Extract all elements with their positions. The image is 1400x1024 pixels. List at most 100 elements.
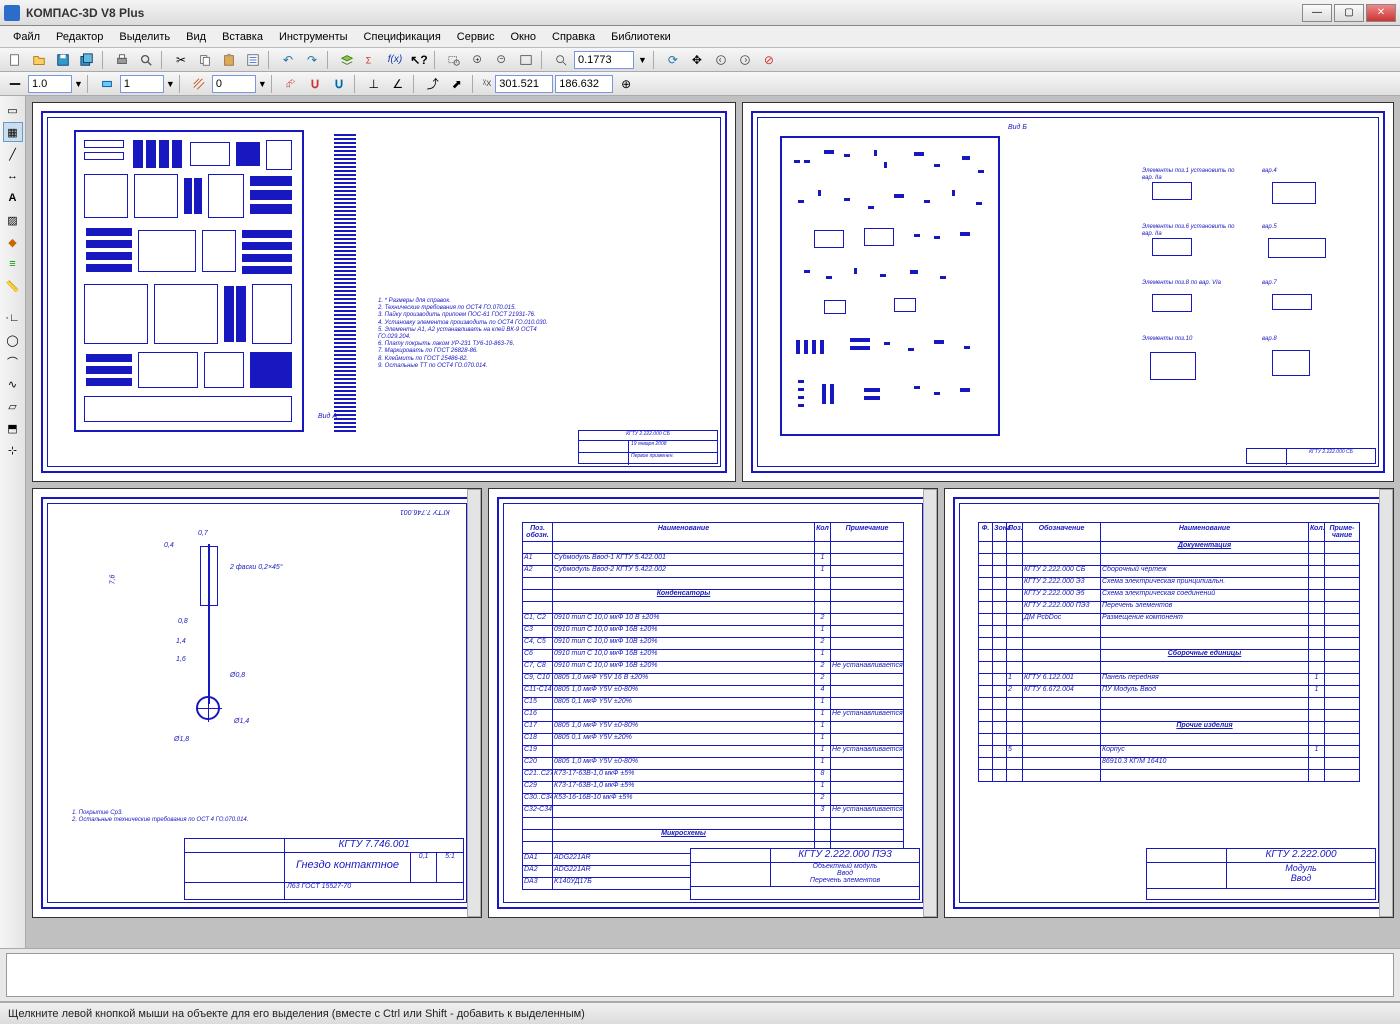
zoom-prev-button[interactable]: [710, 50, 732, 70]
open-button[interactable]: [28, 50, 50, 70]
tool-hatch[interactable]: ▨: [3, 210, 23, 230]
menu-libraries[interactable]: Библиотеки: [604, 29, 678, 45]
toolbox-left: ▭ ▦ ╱ ↔ A ▨ ◆ ≡ 📏 ·∟ ◯ ⌒ ∿ ▱ ⬒ ⊹: [0, 96, 26, 948]
titlebar: КОМПАС-3D V8 Plus — ▢ ✕: [0, 0, 1400, 26]
sheet3-vscroll[interactable]: [467, 489, 481, 917]
angle-icon[interactable]: ∠: [387, 74, 409, 94]
sheet-assembly-front[interactable]: Вид А 1. * Размеры для справок.2. Технич…: [32, 102, 736, 482]
sheet2-view-label: Вид Б: [1008, 124, 1027, 131]
layer-icon[interactable]: [96, 74, 118, 94]
command-panel: [0, 948, 1400, 1002]
local-cs-icon[interactable]: ⤴: [422, 74, 444, 94]
zoom-window-button[interactable]: [443, 50, 465, 70]
tool-circle[interactable]: ◯: [3, 330, 23, 350]
window-maximize-button[interactable]: ▢: [1334, 4, 1364, 22]
color-dropdown[interactable]: ▼: [258, 79, 267, 89]
zoom-next-button[interactable]: [734, 50, 756, 70]
refresh-button[interactable]: ⟳: [662, 50, 684, 70]
magnet-grid-icon[interactable]: [328, 74, 350, 94]
tool-chamfer[interactable]: ⬒: [3, 418, 23, 438]
coord-x-input[interactable]: [495, 75, 553, 93]
tool-dimension[interactable]: ↔: [3, 166, 23, 186]
sheet-element-list[interactable]: Поз. обозн. Наименование Кол Примечание …: [488, 488, 938, 918]
menu-help[interactable]: Справка: [545, 29, 602, 45]
status-text: Щелкните левой кнопкой мыши на объекте д…: [8, 1008, 585, 1020]
zoom-scale-icon: [550, 50, 572, 70]
menu-service[interactable]: Сервис: [450, 29, 502, 45]
coord-lock-button[interactable]: ⊕: [615, 74, 637, 94]
line-style-icon[interactable]: [4, 74, 26, 94]
tool-edit[interactable]: ◆: [3, 232, 23, 252]
tool-param[interactable]: ≡: [3, 254, 23, 274]
toolbar-main: ✂ ↶ ↷ Σ f(x) ↖? + − ▼ ⟳ ✥ ⊘: [0, 48, 1400, 72]
window-minimize-button[interactable]: —: [1302, 4, 1332, 22]
save-button[interactable]: [52, 50, 74, 70]
sheet5-vscroll[interactable]: [1379, 489, 1393, 917]
linewidth-dropdown[interactable]: ▼: [74, 79, 83, 89]
tool-arc[interactable]: ⌒: [3, 352, 23, 372]
menu-spec[interactable]: Спецификация: [357, 29, 448, 45]
drawing-canvas[interactable]: Вид А 1. * Размеры для справок.2. Технич…: [26, 96, 1400, 948]
sheet3-topdesig: КГТУ 7.746.001: [400, 508, 450, 515]
cut-button[interactable]: ✂: [170, 50, 192, 70]
menu-file[interactable]: Файл: [6, 29, 47, 45]
menu-window[interactable]: Окно: [503, 29, 543, 45]
sheet-contact-pin[interactable]: КГТУ 7.746.001 7,6 0,4 0,7 2 фаски 0,2×4…: [32, 488, 482, 918]
tool-point[interactable]: ·∟: [3, 308, 23, 328]
menu-insert[interactable]: Вставка: [215, 29, 270, 45]
tool-pointer[interactable]: ▦: [3, 122, 23, 142]
stop-button[interactable]: ⊘: [758, 50, 780, 70]
tool-rect[interactable]: ▱: [3, 396, 23, 416]
app-title: КОМПАС-3D V8 Plus: [26, 6, 1302, 20]
sheet-assembly-back[interactable]: Вид Б: [742, 102, 1394, 482]
menu-select[interactable]: Выделить: [112, 29, 177, 45]
layer-dropdown[interactable]: ▼: [166, 79, 175, 89]
tool-line[interactable]: ╱: [3, 144, 23, 164]
copy-button[interactable]: [194, 50, 216, 70]
new-button[interactable]: [4, 50, 26, 70]
command-input[interactable]: [6, 953, 1394, 997]
zoom-in-button[interactable]: +: [467, 50, 489, 70]
fx-button[interactable]: f(x): [384, 50, 406, 70]
ortho-icon[interactable]: ⊥: [363, 74, 385, 94]
sheet1-notes: 1. * Размеры для справок.2. Технические …: [378, 298, 558, 370]
properties-button[interactable]: [242, 50, 264, 70]
menubar: Файл Редактор Выделить Вид Вставка Инстр…: [0, 26, 1400, 48]
help-cursor-button[interactable]: ↖?: [408, 50, 430, 70]
menu-view[interactable]: Вид: [179, 29, 213, 45]
tool-spline[interactable]: ∿: [3, 374, 23, 394]
zoom-dropdown[interactable]: ▼: [636, 55, 649, 65]
layer-input[interactable]: [120, 75, 164, 93]
coord-y-input[interactable]: [555, 75, 613, 93]
preview-button[interactable]: [135, 50, 157, 70]
menu-tools[interactable]: Инструменты: [272, 29, 355, 45]
tool-axis[interactable]: ⊹: [3, 440, 23, 460]
svg-text:Σ: Σ: [366, 55, 372, 65]
tool-select-rect[interactable]: ▭: [3, 100, 23, 120]
sheet4-vscroll[interactable]: [923, 489, 937, 917]
color-input[interactable]: [212, 75, 256, 93]
coord-x-label: ᵡx: [481, 78, 493, 89]
zoom-input[interactable]: [574, 51, 634, 69]
layers-button[interactable]: [336, 50, 358, 70]
sheet-specification[interactable]: Ф. Зона Поз. Обозначение Наименование Ко…: [944, 488, 1394, 918]
menu-editor[interactable]: Редактор: [49, 29, 110, 45]
window-close-button[interactable]: ✕: [1366, 4, 1396, 22]
zoom-fit-button[interactable]: [515, 50, 537, 70]
undo-button[interactable]: ↶: [277, 50, 299, 70]
global-cs-icon[interactable]: ⬈: [446, 74, 468, 94]
hatch-icon[interactable]: [188, 74, 210, 94]
tool-text[interactable]: A: [3, 188, 23, 208]
pan-button[interactable]: ✥: [686, 50, 708, 70]
tool-measure[interactable]: 📏: [3, 276, 23, 296]
paste-button[interactable]: [218, 50, 240, 70]
variables-button[interactable]: Σ: [360, 50, 382, 70]
linewidth-input[interactable]: [28, 75, 72, 93]
magnet-snap-icon[interactable]: [304, 74, 326, 94]
zoom-out-button[interactable]: −: [491, 50, 513, 70]
redo-button[interactable]: ↷: [301, 50, 323, 70]
snap-toggle[interactable]: ⮳: [280, 74, 302, 94]
saveall-button[interactable]: [76, 50, 98, 70]
print-button[interactable]: [111, 50, 133, 70]
statusbar: Щелкните левой кнопкой мыши на объекте д…: [0, 1002, 1400, 1024]
